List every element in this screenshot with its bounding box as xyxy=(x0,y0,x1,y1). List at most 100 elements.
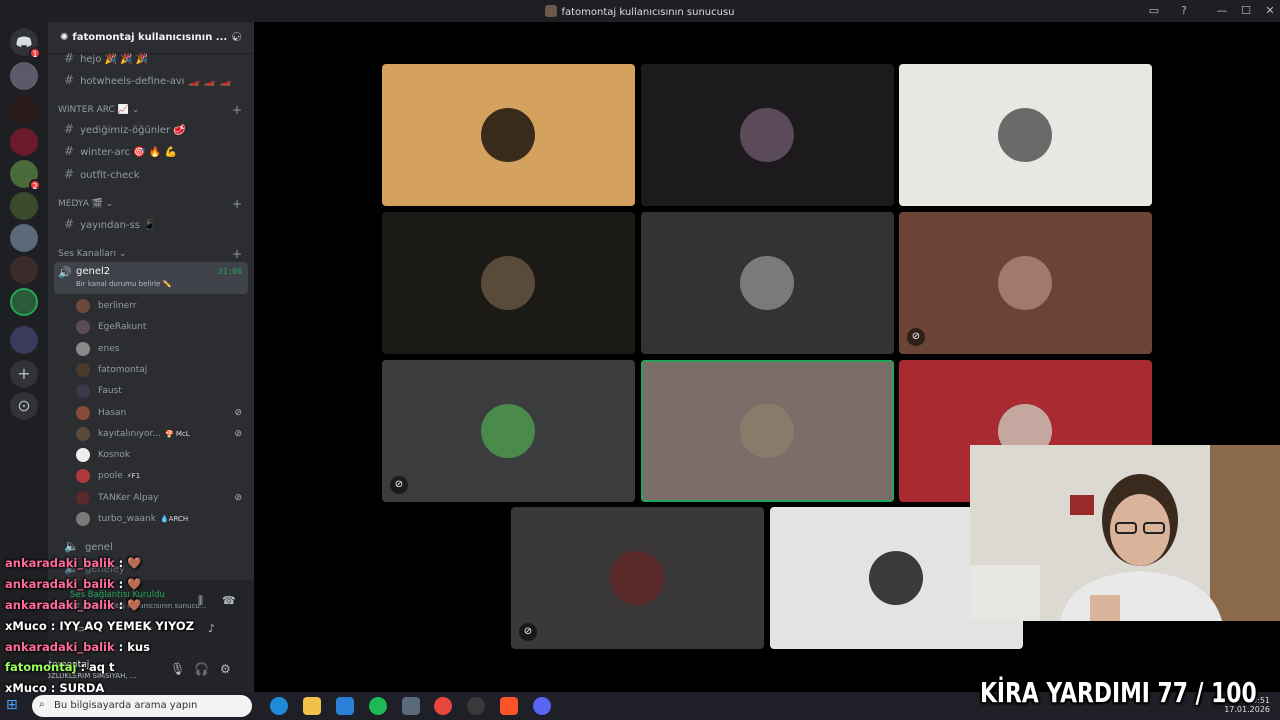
participant-tile[interactable] xyxy=(641,360,894,502)
voice-channel-active[interactable]: 🔊 genel2 31:00 Bir kanal durumu belirle … xyxy=(54,262,248,294)
voice-user[interactable]: enes xyxy=(76,339,246,359)
voice-user-name: berlinerr xyxy=(98,301,137,311)
voice-user[interactable]: Hasan ⊘ xyxy=(76,403,246,423)
participant-avatar xyxy=(740,256,794,310)
voice-user[interactable]: TANKer Alpay ⊘ xyxy=(76,488,246,508)
add-channel-icon[interactable]: + xyxy=(232,246,242,262)
voice-user[interactable]: Kosnok xyxy=(76,445,246,465)
invite-user-icon[interactable]: ⚇ xyxy=(231,30,242,44)
chat-message: ankaradaki_balik : kus xyxy=(5,640,150,654)
participant-avatar xyxy=(998,256,1052,310)
voice-user-name: Kosnok xyxy=(98,450,131,461)
participant-tile[interactable] xyxy=(899,64,1152,206)
voice-user[interactable]: fatomontaj xyxy=(76,360,246,380)
voice-user-name: turbo_waank xyxy=(98,514,156,524)
rent-help-counter: KİRA YARDIMI 77 / 100 xyxy=(980,676,1257,709)
participant-tile[interactable] xyxy=(382,212,635,354)
chat-username: xMuco xyxy=(5,619,47,633)
voice-user-label: fatomontaj xyxy=(98,360,151,380)
microphone-icon[interactable]: 🎙 xyxy=(170,662,185,676)
discord-taskbar-icon[interactable] xyxy=(533,697,551,715)
voice-user-name: poole xyxy=(98,471,123,482)
text-channel[interactable]: # outfit-check xyxy=(58,164,246,184)
server-icon[interactable]: 2 xyxy=(10,160,41,191)
file-explorer-icon[interactable] xyxy=(303,697,321,715)
soundboard-icon[interactable]: ♪ xyxy=(208,622,215,635)
disconnect-icon[interactable]: ☎ xyxy=(222,594,236,607)
voice-user[interactable]: turbo_waank 💧ARCH xyxy=(76,509,246,529)
chat-username: ankaradaki_balik xyxy=(5,598,115,612)
server-folder[interactable] xyxy=(10,288,38,316)
server-icon[interactable] xyxy=(10,62,38,90)
chrome-icon[interactable] xyxy=(434,697,452,715)
voice-user[interactable]: poole ⚡F1 xyxy=(76,466,246,486)
participant-tile[interactable]: ⊘ xyxy=(511,507,764,649)
add-channel-icon[interactable]: + xyxy=(232,102,242,118)
muted-icon: ⊘ xyxy=(519,623,537,641)
inbox-icon[interactable]: ▭ xyxy=(1146,3,1162,19)
voice-user[interactable]: kayıtalınıyor... 🍄 McL ⊘ xyxy=(76,424,246,444)
headphones-icon[interactable]: 🎧 xyxy=(194,662,209,676)
participant-tile[interactable] xyxy=(641,212,894,354)
hash-icon: # xyxy=(64,122,75,136)
obs-icon[interactable] xyxy=(467,697,485,715)
chat-message: ankaradaki_balik : 🤎 xyxy=(5,556,142,570)
chat-separator: : xyxy=(114,598,128,612)
taskbar-search[interactable]: ⌕ Bu bilgisayarda arama yapın xyxy=(32,695,252,717)
server-icon[interactable] xyxy=(10,192,38,220)
voice-user[interactable]: Faust xyxy=(76,381,246,401)
maximize-button[interactable]: ☐ xyxy=(1238,3,1254,19)
voice-user-name: Hasan xyxy=(98,407,127,418)
voice-user[interactable]: berlinerr xyxy=(76,296,246,316)
participant-tile[interactable]: ⊘ xyxy=(899,212,1152,354)
participant-tile[interactable] xyxy=(641,64,894,206)
voice-channel[interactable]: 🔈 genel xyxy=(58,536,246,556)
server-badge-icon: ✺ xyxy=(60,32,69,43)
add-server-icon[interactable]: + xyxy=(10,360,38,388)
add-channel-icon[interactable]: + xyxy=(232,196,242,212)
chat-text: IYY AQ YEMEK YIYOZ xyxy=(59,619,195,633)
text-channel[interactable]: # yayından-ss 📱 xyxy=(58,214,246,234)
minimize-button[interactable]: — xyxy=(1214,3,1230,19)
voice-user-name: kayıtalınıyor... xyxy=(98,428,161,439)
participant-avatar xyxy=(610,551,664,605)
spotify-icon[interactable] xyxy=(369,697,387,715)
voice-user-label: EgeRakunt xyxy=(98,317,150,337)
chat-text: kus xyxy=(127,640,150,654)
participant-avatar xyxy=(740,108,794,162)
user-panel: Ses Bağlantısı Kuruldu genel2 / fatomont… xyxy=(48,580,254,692)
server-icon[interactable] xyxy=(10,326,38,354)
voice-user[interactable]: EgeRakunt xyxy=(76,317,246,337)
help-icon[interactable]: ? xyxy=(1176,3,1192,19)
avatar xyxy=(76,362,90,377)
calculator-icon[interactable] xyxy=(402,697,420,715)
text-channel[interactable]: # hejo 🎉 🎉 🎉 xyxy=(58,48,246,68)
category-voice[interactable]: Ses Kanalları ⌄ + xyxy=(58,246,246,262)
title-bar: fatomontaj kullanıcısının sunucusu ▭ ? —… xyxy=(0,0,1280,22)
close-button[interactable]: ✕ xyxy=(1262,3,1278,19)
chat-username: ankaradaki_balik xyxy=(5,556,115,570)
noise-suppression-icon[interactable]: ⫼ xyxy=(198,594,203,608)
participant-tile[interactable]: ⊘ xyxy=(382,360,635,502)
windows-start-icon[interactable]: ⊞ xyxy=(6,697,24,715)
server-icon[interactable] xyxy=(10,224,38,252)
avatar xyxy=(76,320,90,335)
edge-icon[interactable] xyxy=(270,697,288,715)
server-icon[interactable] xyxy=(10,96,38,124)
text-channel[interactable]: # hotwheels-define-avı 🏎️ 🏎️ 🏎️ xyxy=(58,70,246,90)
home-button[interactable]: 1 xyxy=(10,28,41,59)
store-icon[interactable] xyxy=(336,697,354,715)
category-media[interactable]: MEDYA 🎬 ⌄ + xyxy=(58,196,246,212)
server-rail: 1 2 + ⊙ xyxy=(0,22,48,692)
text-channel[interactable]: # yediğimiz-öğünler 🥩 xyxy=(58,119,246,139)
discover-icon[interactable]: ⊙ xyxy=(10,392,38,420)
category-winter-arc[interactable]: WINTER ARC 📈 ⌄ + xyxy=(58,102,246,118)
brave-icon[interactable] xyxy=(500,697,518,715)
server-icon[interactable] xyxy=(10,256,38,284)
server-icon[interactable] xyxy=(10,128,38,156)
channel-sidebar: ✺ fatomontaj kullanıcısının ... ⌄ ⚇ # hejo … xyxy=(48,22,254,692)
text-channel[interactable]: # winter-arc 🎯 🔥 💪 xyxy=(58,141,246,161)
settings-gear-icon[interactable]: ⚙ xyxy=(220,662,231,676)
participant-tile[interactable] xyxy=(382,64,635,206)
server-icon xyxy=(545,5,558,17)
